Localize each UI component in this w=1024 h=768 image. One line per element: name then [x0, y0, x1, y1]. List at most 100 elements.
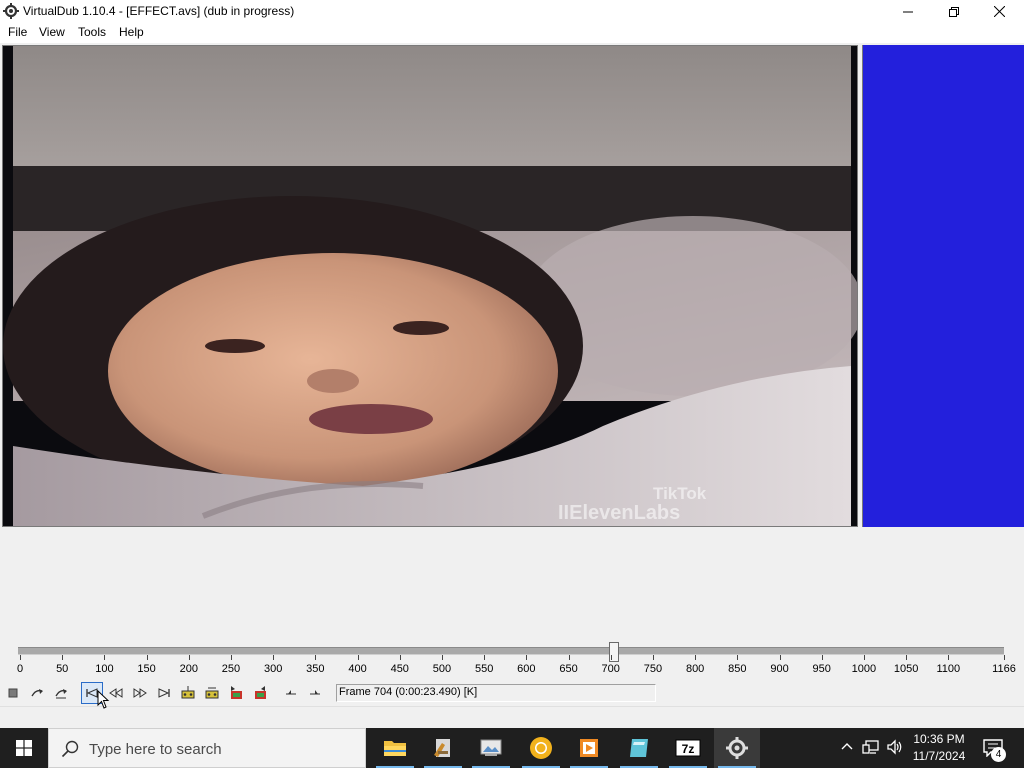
- folder-icon: [384, 741, 406, 756]
- timeline-tick-label: 100: [95, 663, 114, 675]
- restore-icon: [949, 6, 959, 17]
- taskbar: Type here to search 7z 10:36 PM 11/7/202…: [0, 728, 1024, 768]
- timeline-tick-label: 200: [179, 663, 198, 675]
- volume-icon[interactable]: [886, 739, 904, 755]
- scene-forward-button[interactable]: [249, 682, 271, 704]
- taskbar-7zip[interactable]: 7z: [665, 728, 711, 768]
- timeline-tick-mark: [315, 655, 317, 660]
- scene-back-icon: [231, 686, 242, 699]
- taskbar-app-6[interactable]: [616, 728, 662, 768]
- search-placeholder: Type here to search: [89, 741, 222, 758]
- status-bar: [0, 706, 1024, 729]
- timeline-tick-label: 250: [221, 663, 241, 675]
- timeline-tick-mark: [104, 655, 106, 660]
- clock-time: 10:36 PM: [913, 732, 965, 746]
- search-icon: [61, 740, 79, 758]
- previous-keyframe-button[interactable]: [177, 682, 199, 704]
- timeline-tick-mark: [188, 655, 190, 660]
- note-app-icon: [630, 739, 648, 757]
- menu-tools[interactable]: Tools: [78, 25, 106, 39]
- taskbar-app-3[interactable]: [468, 728, 514, 768]
- timeline-tick-mark: [146, 655, 148, 660]
- timeline-tick-label: 400: [348, 663, 367, 675]
- timeline-tick-mark: [20, 655, 21, 660]
- timeline-tick-label: 600: [517, 663, 536, 675]
- next-keyframe-icon: [205, 687, 219, 699]
- svg-text:7z: 7z: [682, 742, 695, 756]
- video-frame: [3, 46, 857, 526]
- timeline-tick-mark: [779, 655, 781, 660]
- seven-zip-icon: 7z: [675, 739, 701, 757]
- close-icon: [993, 6, 1005, 17]
- document-tool-icon: [434, 739, 450, 757]
- timeline-tick-mark: [948, 655, 950, 660]
- timeline-tick-label: 0: [16, 663, 24, 675]
- menu-file[interactable]: File: [8, 25, 27, 39]
- menu-view[interactable]: View: [39, 25, 65, 39]
- timeline-tick-mark: [652, 655, 654, 660]
- timeline-tick-label: 950: [812, 663, 831, 675]
- close-button[interactable]: [976, 0, 1022, 23]
- timeline-tick-label: 1050: [893, 663, 919, 675]
- start-button[interactable]: [0, 728, 48, 768]
- stop-button[interactable]: [2, 682, 24, 704]
- scene-back-button[interactable]: [225, 682, 247, 704]
- timeline-ticks: 0 50 100 150 200 250 300 350 400 450 500 550 600 650 7…: [0, 655, 1024, 679]
- input-video-pane[interactable]: TikTok IIElevenLabs: [2, 45, 858, 527]
- frame-status: Frame 704 (0:00:23.490) [K]: [336, 684, 656, 702]
- play-output-icon: [55, 689, 67, 699]
- play-input-button[interactable]: [26, 682, 48, 704]
- taskbar-browser[interactable]: [518, 728, 564, 768]
- notification-count-badge: 4: [991, 747, 1006, 762]
- next-frame-button[interactable]: [129, 682, 151, 704]
- show-hidden-icons-chevron-icon[interactable]: [840, 739, 854, 755]
- taskbar-app-2[interactable]: [420, 728, 466, 768]
- timeline-tick-label: 150: [137, 663, 156, 675]
- taskbar-clock[interactable]: 10:36 PM 11/7/2024: [906, 731, 972, 765]
- timeline-tick-mark: [526, 655, 528, 660]
- virtualdub-icon: [726, 737, 748, 759]
- timeline-track[interactable]: [18, 647, 1004, 655]
- play-output-button[interactable]: [50, 682, 72, 704]
- network-icon[interactable]: [862, 739, 880, 755]
- title-bar: VirtualDub 1.10.4 - [EFFECT.avs] (dub in…: [0, 0, 1024, 23]
- timeline-tick-mark: [230, 655, 232, 660]
- taskbar-search-box[interactable]: Type here to search: [48, 728, 366, 768]
- timeline-tick-mark: [863, 655, 865, 660]
- timeline-tick-label: 750: [643, 663, 663, 675]
- menu-help[interactable]: Help: [119, 25, 144, 39]
- windows-logo-icon: [16, 740, 32, 756]
- timeline-tick-mark: [568, 655, 570, 660]
- media-player-icon: [580, 739, 598, 757]
- mouse-cursor-icon: [97, 690, 110, 709]
- image-viewer-icon: [480, 739, 502, 756]
- taskbar-virtualdub[interactable]: [714, 728, 760, 768]
- taskbar-file-explorer[interactable]: [372, 728, 418, 768]
- mark-in-button[interactable]: [280, 682, 302, 704]
- timeline-tick-mark: [484, 655, 486, 660]
- output-video-pane[interactable]: [862, 45, 1024, 527]
- minimize-icon: [903, 11, 913, 12]
- window-title: VirtualDub 1.10.4 - [EFFECT.avs] (dub in…: [23, 4, 295, 18]
- menu-bar: File View Tools Help: [0, 23, 1024, 44]
- next-frame-icon: [133, 688, 147, 698]
- timeline-tick-mark: [821, 655, 823, 660]
- timeline-tick-label: 1000: [851, 663, 877, 675]
- timeline-tick-mark: [906, 655, 908, 660]
- minimize-button[interactable]: [885, 0, 931, 23]
- timeline-tick-label: 1166: [992, 663, 1016, 675]
- timeline-tick-label: 700: [601, 663, 620, 675]
- go-to-end-button[interactable]: [153, 682, 175, 704]
- timeline-tick-mark: [399, 655, 401, 660]
- mark-out-icon: [310, 690, 320, 695]
- restore-button[interactable]: [931, 0, 977, 23]
- virtualdub-app-icon: [3, 3, 19, 19]
- timeline-tick-label: 500: [432, 663, 452, 675]
- next-keyframe-button[interactable]: [201, 682, 223, 704]
- timeline-tick-mark: [357, 655, 359, 660]
- mark-out-button[interactable]: [304, 682, 326, 704]
- timeline-tick-label: 300: [263, 663, 283, 675]
- timeline-tick-mark: [1004, 655, 1005, 660]
- taskbar-media-player[interactable]: [566, 728, 612, 768]
- elevenlabs-watermark: IIElevenLabs: [558, 502, 681, 524]
